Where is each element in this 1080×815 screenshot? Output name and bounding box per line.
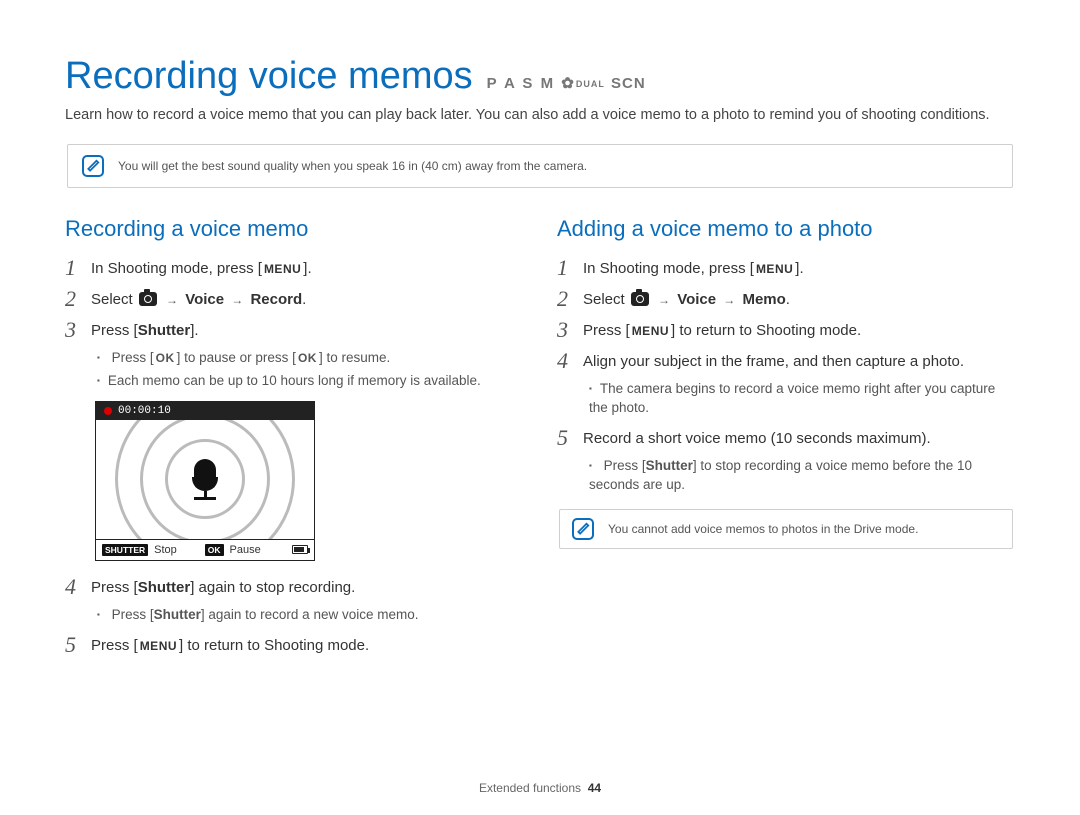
note-text: You will get the best sound quality when… [118,159,587,173]
step-number: 3 [557,318,583,341]
menu-button-label: MENU [630,323,671,340]
bullet-item: Each memo can be up to 10 hours long if … [97,372,523,391]
sub-bullet-list: Press [OK] to pause or press [OK] to res… [97,349,523,391]
right-step-3: 3 Press [MENU] to return to Shooting mod… [557,318,1015,341]
modes-pasm: P A S M [487,75,555,92]
arrow-icon: → [228,293,246,307]
right-column: Adding a voice memo to a photo 1 In Shoo… [557,216,1015,664]
menu-button-label: MENU [138,638,179,655]
record-dot-icon [104,407,112,415]
battery-icon [292,545,308,554]
pencil-note-icon [572,518,594,540]
left-step-3: 3 Press [Shutter]. [65,318,523,341]
left-step-5: 5 Press [MENU] to return to Shooting mod… [65,633,523,656]
note-callout-right: You cannot add voice memos to photos in … [559,509,1013,549]
left-step-1: 1 In Shooting mode, press [MENU]. [65,256,523,279]
screenshot-body [96,420,314,540]
intro-text: Learn how to record a voice memo that yo… [65,106,1015,126]
right-step-1: 1 In Shooting mode, press [MENU]. [557,256,1015,279]
microphone-icon [192,459,218,500]
step-text: Record a short voice memo (10 seconds ma… [583,428,931,449]
left-step-2: 2 Select → Voice → Record. [65,287,523,310]
ok-button-label: OK [154,350,177,367]
step-text: In Shooting mode, press [MENU]. [583,258,804,279]
page-footer: Extended functions 44 [0,781,1080,795]
arrow-icon: → [655,293,673,307]
modes-scn: SCN [611,75,646,92]
bullet-item: Press [Shutter] again to record a new vo… [97,606,523,625]
camera-screenshot: 00:00:10 SHUTTER Stop [95,401,315,561]
mode-indicator: P A S M ✿DUAL SCN [487,74,646,92]
step-text: Press [Shutter] again to stop recording. [91,577,355,598]
stop-label: Stop [154,544,177,556]
ok-key-label: OK [205,544,224,556]
hand-icon: ✿ [561,75,576,92]
step-number: 4 [65,575,91,598]
menu-button-label: MENU [754,261,795,278]
step-text: Press [Shutter]. [91,320,199,341]
right-step-2: 2 Select → Voice → Memo. [557,287,1015,310]
bullet-item: Press [Shutter] to stop recording a voic… [589,457,1015,495]
step-number: 5 [65,633,91,656]
manual-page: Recording voice memos P A S M ✿DUAL SCN … [0,0,1080,815]
step-text: Select → Voice → Record. [91,289,306,310]
sub-bullet-list: Press [Shutter] again to record a new vo… [97,606,523,625]
right-step-5: 5 Record a short voice memo (10 seconds … [557,426,1015,449]
step-number: 1 [65,256,91,279]
step-text: Select → Voice → Memo. [583,289,790,310]
ok-button-label: OK [296,350,319,367]
section-title-left: Recording a voice memo [65,216,523,242]
bullet-item: The camera begins to record a voice memo… [589,380,1015,418]
pencil-note-icon [82,155,104,177]
modes-dual: DUAL [576,79,605,89]
footer-page-number: 44 [588,781,601,795]
menu-button-label: MENU [262,261,303,278]
step-number: 3 [65,318,91,341]
recording-timer: 00:00:10 [118,405,171,417]
step-number: 5 [557,426,583,449]
step-number: 1 [557,256,583,279]
step-number: 2 [557,287,583,310]
bullet-item: Press [OK] to pause or press [OK] to res… [97,349,523,368]
step-text: Align your subject in the frame, and the… [583,351,964,372]
page-header: Recording voice memos P A S M ✿DUAL SCN [65,55,1015,98]
content-columns: Recording a voice memo 1 In Shooting mod… [65,216,1015,664]
shutter-key-label: SHUTTER [102,544,148,556]
note-callout-top: You will get the best sound quality when… [67,144,1013,188]
step-text: Press [MENU] to return to Shooting mode. [91,635,369,656]
note-text: You cannot add voice memos to photos in … [608,522,918,536]
sub-bullet-list: The camera begins to record a voice memo… [589,380,1015,418]
screenshot-topbar: 00:00:10 [96,402,314,420]
footer-section: Extended functions [479,781,581,795]
step-text: Press [MENU] to return to Shooting mode. [583,320,861,341]
step-text: In Shooting mode, press [MENU]. [91,258,312,279]
step-number: 2 [65,287,91,310]
right-step-4: 4 Align your subject in the frame, and t… [557,349,1015,372]
screenshot-bottombar: SHUTTER Stop OK Pause [96,540,314,560]
camera-icon [139,292,157,306]
section-title-right: Adding a voice memo to a photo [557,216,1015,242]
step-number: 4 [557,349,583,372]
arrow-icon: → [163,293,181,307]
page-title: Recording voice memos [65,55,473,98]
camera-icon [631,292,649,306]
pause-label: Pause [230,544,261,556]
sub-bullet-list: Press [Shutter] to stop recording a voic… [589,457,1015,495]
left-step-4: 4 Press [Shutter] again to stop recordin… [65,575,523,598]
arrow-icon: → [720,293,738,307]
left-column: Recording a voice memo 1 In Shooting mod… [65,216,523,664]
